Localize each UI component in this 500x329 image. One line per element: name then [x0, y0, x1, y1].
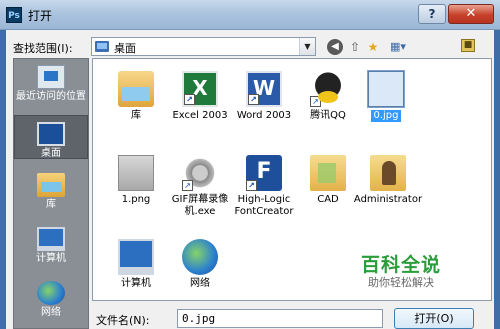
help-button[interactable]: ? — [418, 4, 446, 24]
file-item-network[interactable]: 网络 — [169, 239, 231, 290]
fontcreator-icon: F ↗ — [246, 155, 282, 191]
photoshop-app-icon: Ps — [6, 7, 22, 23]
close-button[interactable]: ✕ — [448, 4, 494, 24]
back-icon[interactable]: ◀ — [327, 39, 343, 55]
excel-icon: X ↗ — [182, 71, 218, 107]
window-title: 打开 — [28, 9, 53, 23]
filename-input[interactable]: 0.jpg — [177, 309, 383, 328]
desktop-icon — [37, 122, 65, 146]
place-label: 库 — [46, 199, 56, 210]
look-in-combo[interactable]: 桌面 ▼ — [91, 37, 316, 56]
file-label: 库 — [131, 110, 141, 121]
file-label: 0.jpg — [371, 110, 401, 122]
qq-icon: ↗ — [310, 71, 346, 107]
libraries-icon — [118, 71, 154, 107]
file-item-computer[interactable]: 计算机 — [105, 239, 167, 290]
word-icon: W ↗ — [246, 71, 282, 107]
place-label: 最近访问的位置 — [16, 91, 86, 102]
places-bar: 最近访问的位置 桌面 库 计算机 网络 — [13, 58, 89, 329]
watermark-subtitle: 助你轻松解决 — [368, 276, 434, 289]
open-button[interactable]: 打开(O) — [394, 308, 474, 329]
place-computer[interactable]: 计算机 — [14, 227, 88, 265]
file-label: 网络 — [190, 278, 210, 289]
file-item-fontcreator[interactable]: F ↗ High-Logic FontCreator — [229, 155, 299, 218]
place-recent[interactable]: 最近访问的位置 — [14, 65, 88, 103]
shortcut-arrow-icon: ↗ — [184, 94, 195, 105]
libraries-icon — [37, 173, 65, 197]
image-icon — [367, 70, 405, 108]
place-network[interactable]: 网络 — [14, 281, 88, 319]
place-label: 桌面 — [41, 148, 61, 159]
chevron-down-icon[interactable]: ▼ — [299, 38, 315, 55]
shortcut-arrow-icon: ↗ — [182, 180, 193, 191]
shortcut-arrow-icon: ↗ — [246, 180, 257, 191]
image-icon — [118, 155, 154, 191]
file-item-cad[interactable]: CAD — [297, 155, 359, 206]
file-item-qq[interactable]: ↗ 腾讯QQ — [297, 71, 359, 122]
desktop-icon[interactable]: ■ — [461, 39, 475, 52]
computer-icon — [37, 227, 65, 251]
folder-icon — [310, 155, 346, 191]
watermark-title: 百科全说 — [360, 254, 441, 276]
file-item-1-png[interactable]: 1.png — [105, 155, 167, 206]
file-label: Word 2003 — [236, 110, 292, 121]
desktop-folder-icon — [95, 41, 109, 52]
place-label: 计算机 — [36, 253, 66, 264]
user-folder-icon — [370, 155, 406, 191]
view-menu-icon[interactable]: ▦▾ — [386, 39, 410, 55]
file-item-libraries[interactable]: 库 — [105, 71, 167, 122]
file-item-0-jpg[interactable]: 0.jpg — [355, 70, 417, 122]
file-label: Administrator — [353, 194, 423, 205]
shortcut-arrow-icon: ↗ — [310, 96, 321, 107]
file-item-word[interactable]: W ↗ Word 2003 — [233, 71, 295, 122]
file-label: GIF屏幕录像机.exe — [171, 194, 229, 217]
place-desktop[interactable]: 桌面 — [14, 115, 88, 159]
up-folder-icon[interactable]: ⇧ — [347, 39, 363, 55]
place-label: 网络 — [41, 307, 61, 318]
file-label: 腾讯QQ — [310, 110, 346, 121]
file-label: 1.png — [121, 194, 151, 205]
filename-label: 文件名(N): — [96, 314, 150, 327]
file-item-gif-recorder[interactable]: ↗ GIF屏幕录像机.exe — [169, 155, 231, 218]
file-label: High-Logic FontCreator — [234, 194, 294, 217]
file-label: Excel 2003 — [172, 110, 228, 121]
network-icon — [37, 281, 65, 305]
file-label: CAD — [317, 194, 339, 205]
title-bar: Ps 打开 ? ✕ — [0, 0, 500, 30]
file-label: 计算机 — [121, 278, 151, 289]
shortcut-arrow-icon: ↗ — [248, 94, 259, 105]
look-in-value: 桌面 — [114, 42, 136, 55]
computer-icon — [118, 239, 154, 275]
gif-recorder-icon: ↗ — [182, 155, 218, 191]
new-folder-icon[interactable]: ★ — [365, 39, 381, 55]
look-in-label: 查找范围(I): — [13, 42, 73, 55]
recent-places-icon — [37, 65, 65, 89]
place-libraries[interactable]: 库 — [14, 173, 88, 211]
watermark: 百科全说 助你轻松解决 — [336, 254, 466, 290]
file-item-excel[interactable]: X ↗ Excel 2003 — [169, 71, 231, 122]
file-item-administrator[interactable]: Administrator — [351, 155, 425, 206]
network-icon — [182, 239, 218, 275]
